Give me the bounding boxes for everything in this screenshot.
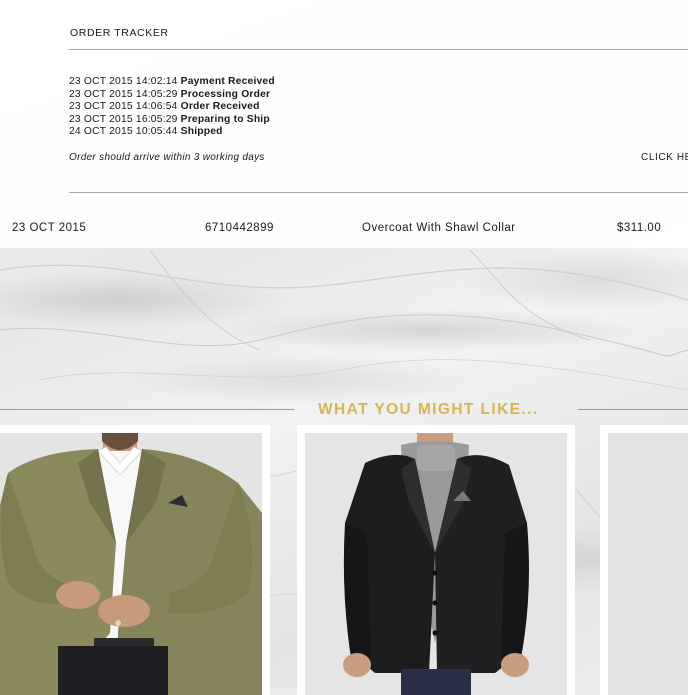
event-status: Preparing to Ship <box>180 113 270 125</box>
product-card[interactable] <box>600 425 688 695</box>
event-status: Order Received <box>180 101 260 113</box>
product-card[interactable] <box>297 425 575 695</box>
order-item-name[interactable]: Overcoat With Shawl Collar <box>362 222 516 234</box>
order-date: 23 OCT 2015 <box>12 222 87 234</box>
black-blazer-photo[interactable] <box>305 433 567 695</box>
tracking-events: 23 OCT 2015 14:02:14 Payment Received 23… <box>69 76 275 139</box>
event-timestamp: 23 OCT 2015 14:05:29 <box>69 88 178 100</box>
divider <box>69 192 688 193</box>
event-status: Payment Received <box>180 76 275 87</box>
recommendations-heading: WHAT YOU MIGHT LIKE... <box>318 401 539 418</box>
tracking-event: 23 OCT 2015 14:06:54 Order Received <box>69 101 275 114</box>
click-here-link[interactable]: CLICK HE <box>641 152 688 163</box>
product-card[interactable] <box>0 425 270 695</box>
tracking-event: 24 OCT 2015 10:05:44 Shipped <box>69 126 275 139</box>
heading-rule-right <box>578 409 688 410</box>
order-tracker-panel: ORDER TRACKER 23 OCT 2015 14:02:14 Payme… <box>0 0 688 248</box>
olive-blazer-photo[interactable] <box>0 433 262 695</box>
order-number: 6710442899 <box>205 222 274 234</box>
event-timestamp: 24 OCT 2015 10:05:44 <box>69 126 178 138</box>
product-photo-partial[interactable] <box>608 433 688 695</box>
event-status: Shipped <box>180 126 223 138</box>
event-timestamp: 23 OCT 2015 14:06:54 <box>69 101 178 113</box>
tracking-event: 23 OCT 2015 14:02:14 Payment Received <box>69 76 275 89</box>
event-status: Processing Order <box>180 88 271 100</box>
heading-rule-left <box>0 409 294 410</box>
order-tracker-title: ORDER TRACKER <box>70 27 169 39</box>
tracking-event: 23 OCT 2015 16:05:29 Preparing to Ship <box>69 114 275 127</box>
arrival-note: Order should arrive within 3 working day… <box>69 152 265 163</box>
event-timestamp: 23 OCT 2015 14:02:14 <box>69 76 178 87</box>
order-price: $311.00 <box>617 222 662 234</box>
tracking-event: 23 OCT 2015 14:05:29 Processing Order <box>69 89 275 102</box>
divider <box>69 49 688 50</box>
event-timestamp: 23 OCT 2015 16:05:29 <box>69 113 178 125</box>
